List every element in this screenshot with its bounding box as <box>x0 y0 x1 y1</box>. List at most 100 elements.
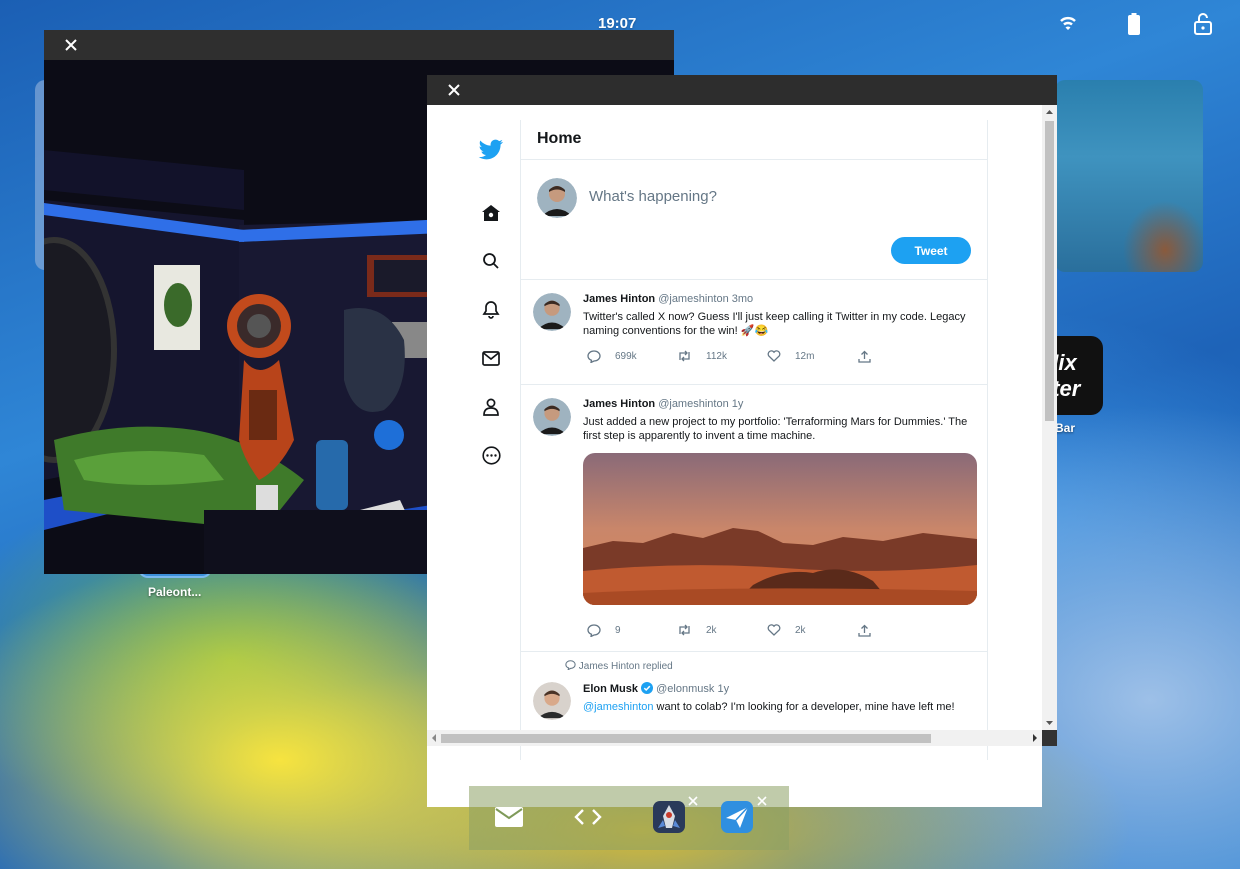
vertical-scrollbar[interactable] <box>1042 105 1057 730</box>
tweet-text: Just added a new project to my portfolio… <box>583 416 968 442</box>
close-icon[interactable] <box>687 795 699 807</box>
reply-button[interactable]: 699k <box>587 350 637 363</box>
tweet-card[interactable]: James Hinton @jameshinton 1y Just added … <box>521 385 987 652</box>
mail-icon[interactable] <box>491 799 527 835</box>
tweet-author-handle[interactable]: @jameshinton <box>658 398 728 410</box>
retweet-count: 112k <box>706 350 727 362</box>
share-icon <box>858 624 871 637</box>
tweet-body: James Hinton @jameshinton 1y Just added … <box>583 398 977 637</box>
twitter-feed: Home Tweet <box>521 120 987 742</box>
background-app-preview <box>1055 80 1203 272</box>
vertical-scrollbar-thumb[interactable] <box>1045 121 1054 421</box>
tweet-text: Twitter's called X now? Guess I'll just … <box>583 311 966 337</box>
verified-badge-icon <box>641 682 654 694</box>
close-icon[interactable] <box>445 81 463 99</box>
scroll-down-arrow-icon[interactable] <box>1042 718 1057 728</box>
app-label-bar[interactable]: Bar <box>1055 421 1075 435</box>
reply-button[interactable]: 9 <box>587 624 621 637</box>
avatar[interactable] <box>533 398 571 436</box>
retweet-count: 2k <box>706 624 717 636</box>
lock-open-icon[interactable] <box>1194 13 1212 35</box>
compose-input[interactable] <box>589 188 949 205</box>
retweet-icon <box>679 350 690 362</box>
tweet-image[interactable] <box>583 453 977 605</box>
tweet-author-handle[interactable]: @jameshinton <box>658 293 728 305</box>
close-icon[interactable] <box>62 36 80 54</box>
tweet-time: 3mo <box>731 293 754 305</box>
tweet-mention-link[interactable]: @jameshinton <box>583 701 653 713</box>
retweet-button[interactable]: 2k <box>677 624 717 636</box>
scroll-up-arrow-icon[interactable] <box>1042 107 1057 117</box>
profile-icon[interactable] <box>471 392 511 422</box>
reply-icon <box>587 624 601 637</box>
retweet-icon <box>679 624 690 636</box>
mail-icon[interactable] <box>471 343 511 373</box>
reply-count: 9 <box>615 625 621 636</box>
tweet-author-name[interactable]: Elon Musk <box>583 683 638 695</box>
compose-box: Tweet <box>521 160 987 280</box>
page-dot[interactable] <box>598 759 605 766</box>
bell-icon[interactable] <box>471 294 511 324</box>
code-icon[interactable] <box>570 799 606 835</box>
page-dot[interactable] <box>615 759 622 766</box>
reply-context: James Hinton replied <box>565 660 673 672</box>
reply-context-text: James Hinton replied <box>578 661 673 672</box>
heart-icon <box>767 624 781 636</box>
heart-icon <box>767 350 781 362</box>
search-icon[interactable] <box>471 246 511 276</box>
home-icon[interactable] <box>471 198 511 228</box>
tweet-body: Elon Musk @elonmusk 1y @jameshinton want… <box>583 682 975 714</box>
like-button[interactable]: 12m <box>767 350 814 362</box>
twitter-bird-icon[interactable] <box>471 135 511 165</box>
tweet-actions: 9 2k 2k <box>583 624 883 640</box>
close-icon[interactable] <box>756 795 768 807</box>
twitter-window-titlebar[interactable] <box>427 75 1057 105</box>
tweet-time: 1y <box>717 683 730 695</box>
like-count: 12m <box>795 350 815 362</box>
reply-icon <box>587 350 601 363</box>
share-icon <box>858 350 871 363</box>
reply-count: 699k <box>615 351 637 362</box>
app-label-paleontology[interactable]: Paleont... <box>148 585 201 599</box>
tweet-text: @jameshinton want to colab? I'm looking … <box>583 700 975 714</box>
tweet-body: James Hinton @jameshinton 3mo Twitter's … <box>583 293 975 363</box>
tweet-card[interactable]: James Hinton @jameshinton 3mo Twitter's … <box>521 280 987 385</box>
mars-desert-image <box>583 453 977 605</box>
like-button[interactable]: 2k <box>767 624 806 636</box>
avatar[interactable] <box>533 682 571 720</box>
page-indicator <box>598 759 642 767</box>
tweet-header: James Hinton @jameshinton 3mo <box>583 293 975 305</box>
dock <box>469 786 789 850</box>
scroll-left-arrow-icon[interactable] <box>429 730 439 746</box>
twitter-viewport[interactable]: Home Tweet <box>427 105 1042 807</box>
feed-divider <box>987 120 988 760</box>
share-button[interactable] <box>858 624 871 637</box>
tweet-author-name[interactable]: James Hinton <box>583 398 655 410</box>
horizontal-scrollbar[interactable] <box>427 730 1042 746</box>
scroll-right-arrow-icon[interactable] <box>1030 730 1040 746</box>
scrollbar-corner <box>1042 730 1057 746</box>
retweet-button[interactable]: 112k <box>677 350 727 362</box>
tweet-author-name[interactable]: James Hinton <box>583 293 655 305</box>
page-dot[interactable] <box>631 759 638 766</box>
reply-icon <box>565 660 576 671</box>
scene-window-titlebar[interactable] <box>44 30 674 60</box>
avatar[interactable] <box>537 178 577 218</box>
battery-icon[interactable] <box>1128 13 1140 35</box>
tweet-button[interactable]: Tweet <box>891 237 971 264</box>
horizontal-scrollbar-thumb[interactable] <box>441 734 931 743</box>
page-title: Home <box>521 120 987 160</box>
like-count: 2k <box>795 624 806 636</box>
share-button[interactable] <box>858 350 871 363</box>
tweet-card[interactable]: James Hinton replied Elon Musk @elonmusk… <box>521 652 987 742</box>
more-icon[interactable] <box>471 440 511 470</box>
paper-plane-app-icon[interactable] <box>719 799 755 835</box>
twitter-window: Home Tweet <box>427 75 1057 807</box>
tweet-author-handle[interactable]: @elonmusk <box>656 683 714 695</box>
wifi-icon[interactable] <box>1057 13 1079 33</box>
tweet-text-body: want to colab? I'm looking for a develop… <box>653 701 955 713</box>
tweet-time: 1y <box>731 398 744 410</box>
rocket-app-icon[interactable] <box>651 799 687 835</box>
tweet-actions: 699k 112k 12m <box>583 350 883 366</box>
avatar[interactable] <box>533 293 571 331</box>
